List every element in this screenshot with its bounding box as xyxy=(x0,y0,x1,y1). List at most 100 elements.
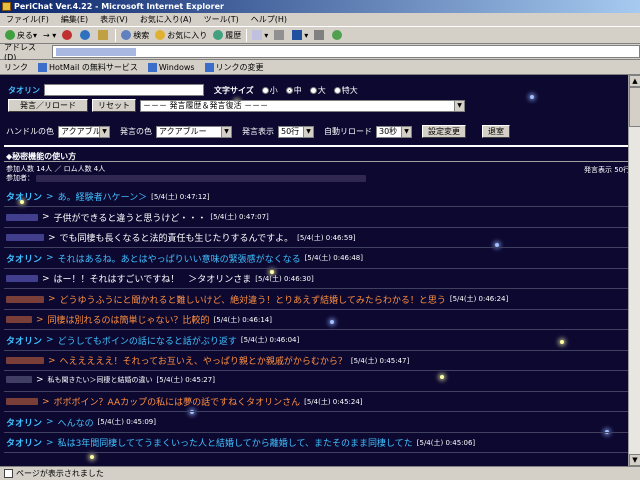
message-divider xyxy=(4,308,628,310)
settings-row: ハンドルの色 アクアブルー ▼ 発言の色 アクアブルー ▼ 発言表示 50行 ▼ 自動… xyxy=(6,125,510,138)
handle-color-label: ハンドルの色 xyxy=(6,127,54,136)
status-text: ページが表示されました xyxy=(16,469,104,478)
discuss-button[interactable] xyxy=(311,28,329,43)
message-timestamp: [5/4(土) 0:47:12] xyxy=(151,192,210,201)
message-text: どうゆうふうにと聞かれると難しいけど、絶対違う！とりあえず結婚してみたらわかる！… xyxy=(59,295,446,306)
menu-file[interactable]: ファイル(F) xyxy=(0,14,55,25)
word-icon xyxy=(292,30,303,40)
message-separator: > xyxy=(46,437,54,448)
message-text: へんなの xyxy=(57,418,94,429)
mail-button[interactable]: ▾ xyxy=(249,28,271,43)
message-text: 子供ができると違うと思うけど・・・ xyxy=(53,213,207,224)
message-timestamp: [5/4(土) 0:46:04] xyxy=(240,336,300,344)
message-timestamp: [5/4(土) 0:46:59] xyxy=(297,233,356,242)
message-author-redacted xyxy=(6,295,44,303)
divider xyxy=(4,161,628,162)
chat-message: > ボボボイン？AAカップの私には夢の話ですねくタオリンさん [5/4(土) 0:4… xyxy=(6,395,363,408)
page-icon xyxy=(4,469,13,478)
star-decoration xyxy=(530,95,534,99)
name-row: タオリン 文字サイズ 小 中 大 特大 xyxy=(8,84,358,96)
forward-button[interactable]: → ▾ xyxy=(40,28,59,43)
size-medium-radio[interactable]: 中 xyxy=(282,85,302,96)
exit-room-button[interactable]: 退室 xyxy=(482,125,510,138)
display-lines-select[interactable]: 50行 ▼ xyxy=(278,125,314,138)
vertical-scrollbar[interactable]: ▲ ▼ xyxy=(628,75,640,466)
chevron-down-icon: ▼ xyxy=(99,126,109,137)
reset-button[interactable]: リセット xyxy=(92,99,136,112)
address-input[interactable] xyxy=(52,45,640,58)
message-text: 私も聞きたい＞同棲と結婚の違い xyxy=(47,375,153,384)
chat-message: > 同棲は別れるのは簡単じゃない？比較的 [5/4(土) 0:46:14] xyxy=(6,313,272,326)
message-text: はー！！それはすごいですね！ ＞タオリンさま xyxy=(53,275,252,285)
post-color-select[interactable]: アクアブルー ▼ xyxy=(156,125,232,138)
link-windows[interactable]: Windows xyxy=(147,62,195,72)
edit-button[interactable]: ▾ xyxy=(289,28,311,43)
star-decoration xyxy=(560,340,564,344)
window-title-bar: PeriChat Ver.4.22 - Microsoft Internet E… xyxy=(0,0,640,13)
chat-message: タオリン > それはあるね。あとはやっぱりいい意味の緊張感がなくなる [5/4(土) … xyxy=(6,252,363,265)
message-separator: > xyxy=(36,314,44,325)
refresh-button[interactable] xyxy=(77,28,95,43)
participant-names-redacted xyxy=(36,174,367,182)
favorites-icon xyxy=(155,30,166,40)
post-reload-button[interactable]: 発言／リロード xyxy=(8,99,88,112)
name-input[interactable] xyxy=(44,84,204,96)
menu-favorites[interactable]: お気に入り(A) xyxy=(134,14,198,25)
size-xlarge-radio[interactable]: 特大 xyxy=(330,85,358,96)
history-select[interactable]: －－－ 発言履歴＆発言復活 －－－ ▼ xyxy=(140,99,465,112)
search-button[interactable]: 検索 xyxy=(118,28,152,43)
message-text: 私は3年間同棲しててうまくいった人と結婚してから離婚して、またそのまま同棲してた xyxy=(57,439,413,449)
links-bar: リンク HotMail の無料サービス Windows リンクの変更 xyxy=(0,60,640,75)
auto-reload-select[interactable]: 30秒 ▼ xyxy=(376,125,412,138)
menu-tools[interactable]: ツール(T) xyxy=(198,14,245,25)
scroll-up-arrow[interactable]: ▲ xyxy=(629,75,640,87)
back-arrow-icon xyxy=(5,30,15,40)
ie-page-icon xyxy=(204,62,214,72)
address-value-redacted xyxy=(56,47,137,56)
message-text: へえええええ！それってお互いえ、やっぱり親とか親戚がからむから？ xyxy=(59,357,347,367)
participant-list: 参加者： xyxy=(6,173,370,183)
messenger-button[interactable] xyxy=(329,28,347,43)
star-decoration xyxy=(90,455,94,459)
print-button[interactable] xyxy=(271,28,289,43)
message-divider xyxy=(4,288,628,289)
back-button[interactable]: 戻る ▾ xyxy=(2,28,40,43)
scroll-down-arrow[interactable]: ▼ xyxy=(629,454,640,466)
menu-view[interactable]: 表示(V) xyxy=(94,14,134,25)
size-large-radio[interactable]: 大 xyxy=(306,85,326,96)
message-author-redacted xyxy=(6,316,32,323)
menu-help[interactable]: ヘルプ(H) xyxy=(245,14,293,25)
home-button[interactable] xyxy=(95,28,113,43)
toolbar: 戻る ▾ → ▾ 検索 お気に入り 履歴 ▾ ▾ xyxy=(0,27,640,44)
message-separator: > xyxy=(46,191,54,202)
message-separator: > xyxy=(48,232,56,243)
favorites-button[interactable]: お気に入り xyxy=(152,28,210,43)
print-icon xyxy=(274,30,285,40)
message-separator: > xyxy=(46,253,54,263)
link-hotmail[interactable]: HotMail の無料サービス xyxy=(38,62,138,73)
chat-message: タオリン > へんなの [5/4(土) 0:45:09] xyxy=(6,416,156,429)
history-button[interactable]: 履歴 xyxy=(210,28,244,43)
link-customize[interactable]: リンクの変更 xyxy=(204,62,264,73)
message-divider xyxy=(4,431,628,433)
post-row: 発言／リロード リセット －－－ 発言履歴＆発言復活 －－－ ▼ xyxy=(8,99,465,112)
message-timestamp: [5/4(土) 0:45:06] xyxy=(416,438,476,447)
name-label: タオリン xyxy=(8,85,40,95)
message-timestamp: [5/4(土) 0:45:09] xyxy=(97,418,156,426)
stop-button[interactable] xyxy=(59,28,77,43)
refresh-icon xyxy=(80,30,91,40)
chat-message: > 子供ができると違うと思うけど・・・ [5/4(土) 0:47:07] xyxy=(6,211,269,224)
menu-edit[interactable]: 編集(E) xyxy=(55,14,94,25)
message-separator: > xyxy=(46,335,54,345)
auto-reload-label: 自動リロード xyxy=(324,127,372,136)
chat-message: > はー！！それはすごいですね！ ＞タオリンさま [5/4(土) 0:46:30] xyxy=(6,272,314,285)
size-small-radio[interactable]: 小 xyxy=(258,85,278,96)
chat-message: > 私も聞きたい＞同棲と結婚の違い [5/4(土) 0:45:27] xyxy=(6,375,215,385)
handle-color-select[interactable]: アクアブルー ▼ xyxy=(58,125,110,138)
message-text: 同棲は別れるのは簡単じゃない？比較的 xyxy=(47,316,210,326)
stop-icon xyxy=(62,30,73,40)
scroll-thumb[interactable] xyxy=(629,87,640,127)
chevron-down-icon: ▼ xyxy=(303,126,313,137)
settings-change-button[interactable]: 設定変更 xyxy=(422,125,466,138)
ie-page-icon xyxy=(147,62,157,72)
